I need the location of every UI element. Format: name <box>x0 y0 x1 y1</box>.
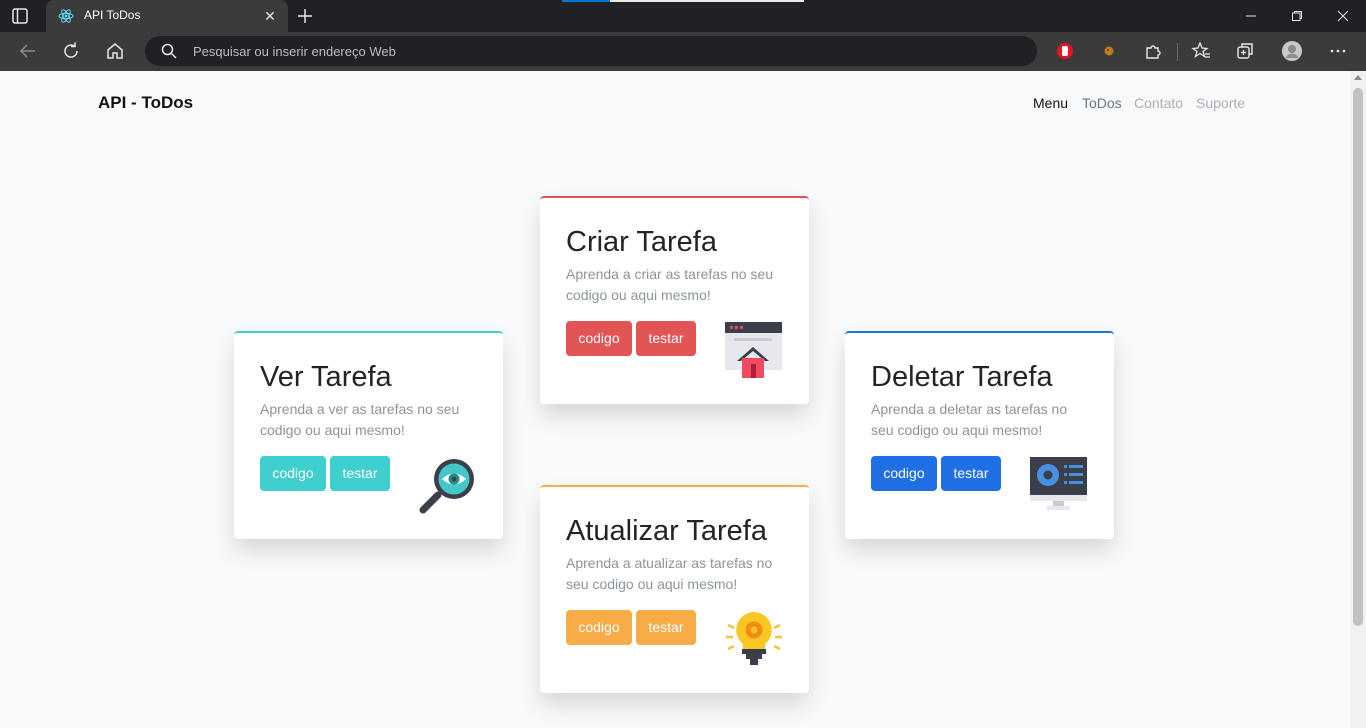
nav-link-menu[interactable]: Menu <box>1033 95 1068 111</box>
card-update-task: Atualizar Tarefa Aprenda a atualizar as … <box>540 485 809 693</box>
card-title: Deletar Tarefa <box>871 361 1053 393</box>
card-description: Aprenda a atualizar as tarefas no seu co… <box>566 555 773 592</box>
tab-title: API ToDos <box>84 8 141 22</box>
scroll-up-arrow-icon[interactable] <box>1354 75 1362 80</box>
favorites-icon[interactable] <box>1190 40 1212 62</box>
toolbar-separator <box>1177 43 1178 61</box>
tab-actions-icon[interactable] <box>10 6 30 26</box>
address-placeholder: Pesquisar ou inserir endereço Web <box>193 44 396 59</box>
minimize-icon[interactable] <box>1228 0 1274 32</box>
card-description: Aprenda a ver as tarefas no seu codigo o… <box>260 401 460 438</box>
close-window-icon[interactable] <box>1320 0 1366 32</box>
card-title: Atualizar Tarefa <box>566 515 767 547</box>
scroll-thumb[interactable] <box>1353 88 1363 626</box>
address-bar[interactable]: Pesquisar ou inserir endereço Web <box>145 36 1037 66</box>
test-button[interactable]: testar <box>330 456 390 491</box>
card-description: Aprenda a criar as tarefas no seu codigo… <box>566 266 774 303</box>
browser-tab[interactable]: API ToDos ✕ <box>46 0 288 32</box>
browser-toolbar: Pesquisar ou inserir endereço Web <box>0 32 1366 71</box>
card-title: Criar Tarefa <box>566 226 717 258</box>
search-icon <box>161 43 177 59</box>
magnifier-eye-icon <box>418 455 478 515</box>
code-button[interactable]: codigo <box>260 456 326 491</box>
browser-titlebar: API ToDos ✕ <box>0 0 1366 32</box>
profile-avatar-icon[interactable] <box>1281 40 1303 62</box>
card-description: Aprenda a deletar as tarefas no seu codi… <box>871 401 1068 438</box>
tab-strip-indicator <box>562 0 804 2</box>
lightbulb-gear-icon <box>724 609 784 669</box>
new-tab-icon[interactable] <box>294 5 316 27</box>
adblock-extension-icon[interactable] <box>1054 40 1076 62</box>
nav-link-contato[interactable]: Contato <box>1134 95 1183 111</box>
test-button[interactable]: testar <box>941 456 1001 491</box>
home-icon[interactable] <box>104 40 126 62</box>
extensions-icon[interactable] <box>1142 40 1164 62</box>
card-create-task: Criar Tarefa Aprenda a criar as tarefas … <box>540 196 809 404</box>
card-delete-task: Deletar Tarefa Aprenda a deletar as tare… <box>845 331 1114 539</box>
page-scrollbar[interactable] <box>1350 71 1366 728</box>
restore-icon[interactable] <box>1274 0 1320 32</box>
card-title: Ver Tarefa <box>260 361 392 393</box>
card-view-task: Ver Tarefa Aprenda a ver as tarefas no s… <box>234 331 503 539</box>
test-button[interactable]: testar <box>636 610 696 645</box>
nav-link-suporte[interactable]: Suporte <box>1196 95 1245 111</box>
collections-icon[interactable] <box>1234 40 1256 62</box>
react-icon <box>58 8 74 24</box>
code-button[interactable]: codigo <box>566 321 632 356</box>
site-brand[interactable]: API - ToDos <box>98 93 193 113</box>
monitor-settings-icon <box>1029 455 1089 515</box>
code-button[interactable]: codigo <box>871 456 937 491</box>
cookie-extension-icon[interactable] <box>1098 40 1120 62</box>
close-tab-icon[interactable]: ✕ <box>260 6 280 26</box>
site-navbar: API - ToDos Menu ToDos Contato Suporte <box>0 71 1350 133</box>
test-button[interactable]: testar <box>636 321 696 356</box>
code-button[interactable]: codigo <box>566 610 632 645</box>
more-options-icon[interactable] <box>1327 40 1349 62</box>
back-icon[interactable] <box>17 40 39 62</box>
nav-link-todos[interactable]: ToDos <box>1082 95 1122 111</box>
house-window-icon <box>724 320 784 380</box>
refresh-icon[interactable] <box>60 40 82 62</box>
